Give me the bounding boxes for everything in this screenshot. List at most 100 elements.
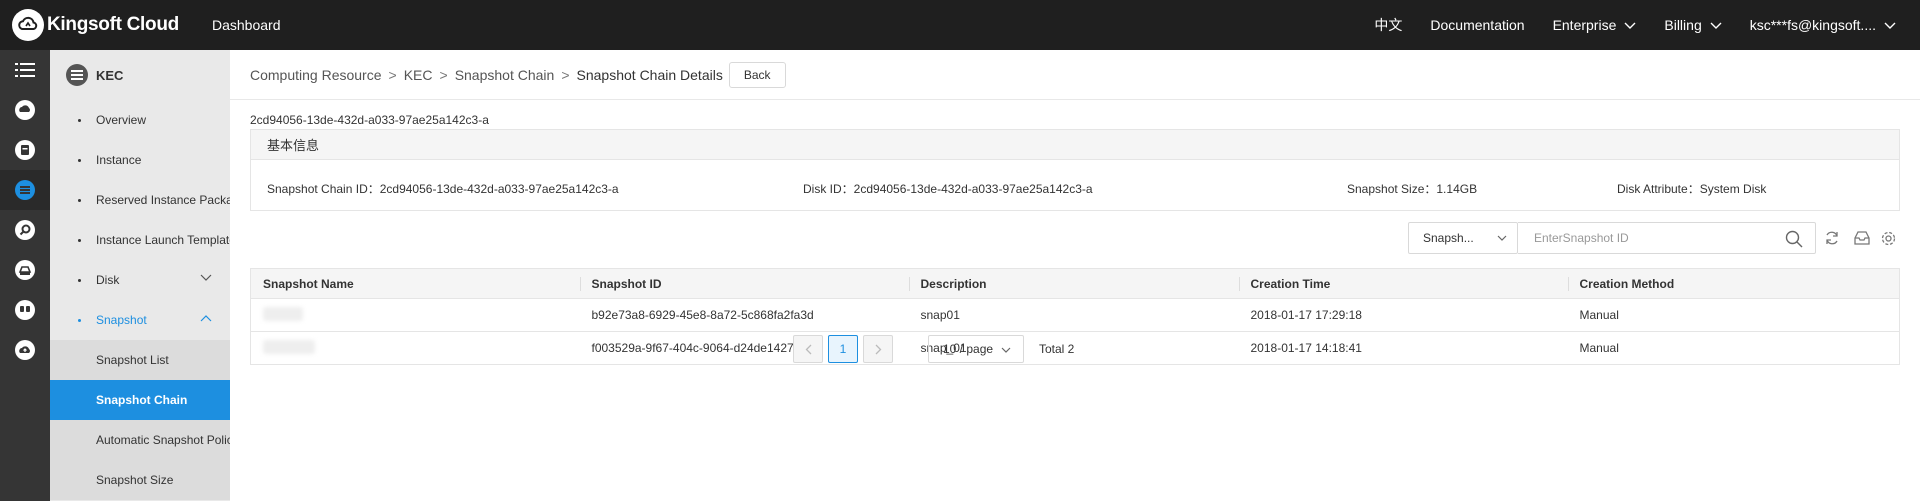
breadcrumb-separator: > (439, 66, 448, 83)
brand-name: Kingsoft Cloud (47, 14, 179, 35)
chevron-down-icon (1001, 347, 1011, 353)
column-header-snapshot-id: Snapshot ID (579, 268, 909, 299)
settings-gear-icon[interactable] (1880, 230, 1897, 247)
sidebar-item-disk[interactable]: Disk (50, 260, 230, 300)
chevron-down-icon (200, 274, 212, 281)
column-header-creation-method: Creation Method (1567, 268, 1900, 299)
icon-rail (0, 50, 50, 501)
account-label: ksc***fs@kingsoft.... (1749, 17, 1876, 33)
cell-creation-time: 2018-01-17 17:29:18 (1238, 298, 1568, 332)
search-field-select[interactable]: Snapsh... (1408, 222, 1518, 254)
column-header-description: Description (908, 268, 1239, 299)
rail-item-kec[interactable] (0, 170, 50, 210)
submenu-title: KEC (96, 67, 124, 83)
enterprise-menu[interactable]: Enterprise (1539, 17, 1651, 33)
sidebar-item-overview[interactable]: Overview (50, 100, 230, 140)
rail-item-cloud-upload[interactable] (0, 330, 50, 370)
sidebar-item-reserved-instance[interactable]: Reserved Instance Package (50, 180, 230, 220)
rail-item-search[interactable] (0, 210, 50, 250)
prev-page-button[interactable] (793, 335, 823, 363)
rail-item-database[interactable] (0, 130, 50, 170)
column-header-snapshot-name: Snapshot Name (250, 268, 580, 299)
sidebar-item-label: Reserved Instance Package (96, 193, 230, 207)
refresh-icon[interactable] (1824, 230, 1840, 246)
kec-icon (15, 180, 35, 200)
breadcrumb: Computing Resource > KEC > Snapshot Chai… (230, 50, 1920, 100)
redacted-name (263, 306, 303, 321)
total-count: Total 2 (1039, 342, 1075, 356)
top-navigation-bar: Kingsoft Cloud Dashboard 中文 Documentatio… (0, 0, 1920, 50)
sidebar-item-auto-snapshot-policy[interactable]: Automatic Snapshot Policy (50, 420, 230, 460)
snapshot-chain-id-value: Snapshot Chain ID：2cd94056-13de-432d-a03… (267, 182, 619, 196)
search-field-select-value: Snapsh... (1423, 231, 1474, 245)
cloud-upload-icon (15, 340, 35, 360)
table-toolbar: Snapsh... (230, 222, 1920, 254)
basic-info-panel: 基本信息 Snapshot Chain ID：2cd94056-13de-432… (250, 129, 1900, 211)
storage-icon (15, 260, 35, 280)
rail-item-cloud-server[interactable] (0, 90, 50, 130)
snapshot-size-value: Snapshot Size：1.14GB (1347, 182, 1478, 196)
table-row[interactable]: b92e73a8-6929-45e8-8a72-5c868fa2fa3d sna… (250, 298, 1900, 332)
rail-item-storage[interactable] (0, 250, 50, 290)
next-page-button[interactable] (863, 335, 893, 363)
menu-icon (15, 63, 35, 77)
database-icon (15, 140, 35, 160)
sidebar-item-label: Disk (96, 273, 120, 287)
menu-toggle[interactable] (0, 50, 50, 90)
chevron-down-icon (1497, 235, 1507, 241)
search-icon[interactable] (1785, 230, 1803, 248)
chevron-up-icon (200, 315, 212, 322)
bullet-dot (78, 319, 81, 322)
cell-snapshot-name (250, 298, 580, 332)
sidebar-item-snapshot-list[interactable]: Snapshot List (50, 340, 230, 380)
pagination: 1 10 / page Total 2 (230, 335, 1920, 363)
chevron-down-icon (1624, 22, 1636, 29)
brand-logo[interactable]: Kingsoft Cloud (12, 9, 200, 41)
chevron-right-icon (875, 344, 881, 354)
table-header-row: Snapshot Name Snapshot ID Description Cr… (250, 268, 1900, 299)
chevron-down-icon (1884, 22, 1896, 29)
sidebar-item-label: Snapshot List (96, 353, 169, 367)
bullet-dot (78, 239, 81, 242)
sidebar-item-snapshot[interactable]: Snapshot (50, 300, 230, 340)
account-menu[interactable]: ksc***fs@kingsoft.... (1736, 17, 1920, 33)
sidebar-item-label: Snapshot (96, 313, 147, 327)
sidebar-item-snapshot-size[interactable]: Snapshot Size (50, 460, 230, 500)
rail-item-people[interactable] (0, 290, 50, 330)
chevron-left-icon (805, 344, 811, 354)
breadcrumb-current: Snapshot Chain Details (576, 66, 723, 83)
kec-submenu: KEC Overview Instance Reserved Instance … (50, 50, 230, 501)
basic-info-row: Snapshot Chain ID：2cd94056-13de-432d-a03… (251, 160, 1899, 212)
cell-snapshot-id: b92e73a8-6929-45e8-8a72-5c868fa2fa3d (579, 298, 909, 332)
disk-id-value: Disk ID：2cd94056-13de-432d-a033-97ae25a1… (803, 182, 1093, 196)
column-header-creation-time: Creation Time (1238, 268, 1568, 299)
page-size-select[interactable]: 10 / page (928, 335, 1024, 363)
dashboard-link[interactable]: Dashboard (212, 17, 281, 33)
back-button[interactable]: Back (728, 61, 786, 88)
export-icon[interactable] (1853, 230, 1871, 246)
breadcrumb-snapshot-chain[interactable]: Snapshot Chain (455, 67, 555, 83)
cell-creation-method: Manual (1567, 298, 1900, 332)
billing-label: Billing (1664, 17, 1702, 33)
sidebar-item-snapshot-chain[interactable]: Snapshot Chain (50, 380, 230, 420)
chevron-down-icon (1710, 22, 1722, 29)
documentation-link[interactable]: Documentation (1416, 17, 1538, 33)
bullet-dot (78, 279, 81, 282)
breadcrumb-computing-resource[interactable]: Computing Resource (250, 67, 382, 83)
bullet-dot (78, 159, 81, 162)
language-switch[interactable]: 中文 (1360, 15, 1416, 35)
breadcrumb-kec[interactable]: KEC (404, 67, 433, 83)
bullet-dot (78, 119, 81, 122)
sidebar-item-instance[interactable]: Instance (50, 140, 230, 180)
enterprise-label: Enterprise (1552, 17, 1617, 33)
search-input[interactable] (1518, 223, 1758, 253)
sidebar-item-label: Automatic Snapshot Policy (96, 433, 230, 447)
sidebar-item-launch-template[interactable]: Instance Launch Template (50, 220, 230, 260)
billing-menu[interactable]: Billing (1650, 17, 1735, 33)
page-button-current[interactable]: 1 (828, 335, 858, 363)
breadcrumb-separator: > (388, 66, 397, 83)
main-content: Computing Resource > KEC > Snapshot Chai… (230, 50, 1920, 501)
sidebar-item-label: Overview (96, 113, 147, 127)
snapshot-id-search (1518, 222, 1816, 254)
chain-id-heading: 2cd94056-13de-432d-a033-97ae25a142c3-a (250, 113, 489, 127)
